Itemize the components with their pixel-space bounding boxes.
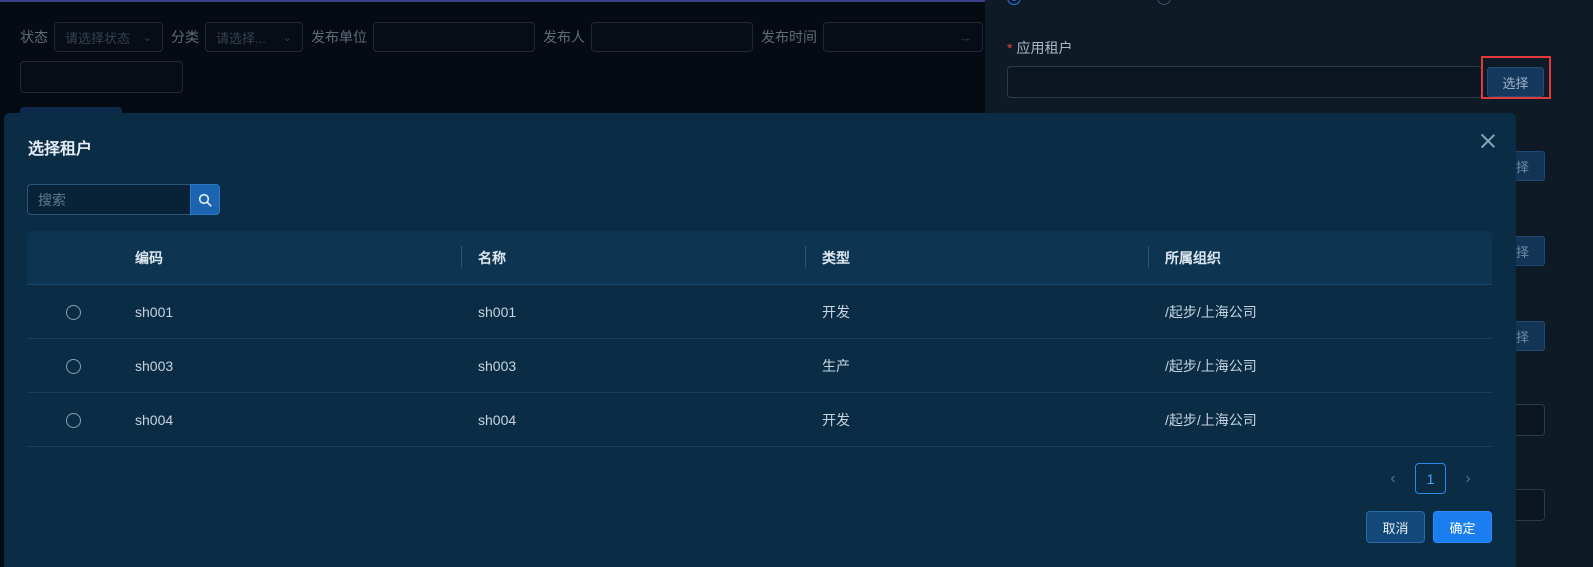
highlight-box	[1481, 56, 1551, 99]
table-row[interactable]: sh004 sh004 开发 /起步/上海公司	[27, 393, 1492, 447]
filter-publisher-label: 发布人	[543, 29, 585, 45]
radio-unchecked-icon	[1157, 0, 1171, 5]
row-radio[interactable]	[66, 305, 81, 320]
filter-category-placeholder: 请选择...	[216, 30, 266, 46]
chevron-down-icon: ⌄	[142, 31, 152, 44]
filter-category-label: 分类	[171, 29, 199, 45]
top-accent-line	[0, 0, 985, 2]
cell-name: sh004	[478, 412, 517, 428]
filter-publisher-input[interactable]	[591, 22, 753, 52]
cell-type: 开发	[822, 412, 850, 428]
filter-status-label: 状态	[20, 29, 48, 45]
filter-time-label: 发布时间	[761, 29, 817, 45]
next-page-icon[interactable]: ›	[1460, 470, 1476, 488]
cell-org: /起步/上海公司	[1165, 412, 1257, 428]
tenant-label-text: 应用租户	[1016, 40, 1073, 56]
select-tenant-modal: 选择租户 编码 名称 类型 所属组织	[4, 113, 1516, 567]
cell-code: sh001	[135, 304, 174, 320]
prev-page-icon[interactable]: ‹	[1385, 470, 1401, 488]
column-header-name: 名称	[478, 250, 506, 266]
cell-code: sh004	[135, 412, 174, 428]
table-header: 编码 名称 类型 所属组织	[27, 231, 1492, 285]
mode-radio-group	[1007, 0, 1171, 5]
search-icon	[198, 193, 212, 207]
cell-org: /起步/上海公司	[1165, 304, 1257, 320]
modal-title: 选择租户	[28, 141, 93, 158]
cell-org: /起步/上海公司	[1165, 358, 1257, 374]
cell-name: sh001	[478, 304, 517, 320]
filter-unit-label: 发布单位	[311, 29, 367, 45]
page-number-current[interactable]: 1	[1415, 463, 1446, 494]
column-header-org: 所属组织	[1165, 250, 1221, 266]
column-separator	[461, 246, 462, 268]
filter-status-placeholder: 请选择状态	[65, 30, 131, 46]
column-header-type: 类型	[822, 250, 850, 266]
radio-option-2[interactable]	[1157, 0, 1171, 5]
cell-type: 开发	[822, 304, 850, 320]
tenant-table: 编码 名称 类型 所属组织 sh001 sh001 开发 /起步/上海公司 sh…	[27, 231, 1492, 447]
cell-name: sh003	[478, 358, 517, 374]
search-button[interactable]	[190, 184, 220, 215]
radio-checked-icon	[1007, 0, 1021, 5]
pagination: ‹ 1 ›	[1385, 463, 1476, 494]
tenant-input[interactable]	[1007, 66, 1482, 98]
search-box	[27, 184, 220, 215]
table-row[interactable]: sh001 sh001 开发 /起步/上海公司	[27, 285, 1492, 339]
row-radio[interactable]	[66, 413, 81, 428]
column-separator	[1148, 246, 1149, 268]
filter-category-select[interactable]: 请选择... ⌄	[205, 22, 303, 52]
tenant-field-label: * 应用租户	[1007, 38, 1072, 58]
cancel-button[interactable]: 取消	[1366, 511, 1425, 543]
cell-type: 生产	[822, 358, 850, 374]
table-row[interactable]: sh003 sh003 生产 /起步/上海公司	[27, 339, 1492, 393]
filter-bar: 状态 请选择状态 ⌄ 分类 请选择... ⌄ 发布单位 发布人 发布时间 →	[20, 22, 991, 52]
required-mark: *	[1007, 40, 1013, 56]
cell-code: sh003	[135, 358, 174, 374]
chevron-down-icon: ⌄	[282, 31, 292, 44]
confirm-button[interactable]: 确定	[1433, 511, 1492, 543]
search-input[interactable]	[27, 184, 190, 215]
row-radio[interactable]	[66, 359, 81, 374]
radio-option-1[interactable]	[1007, 0, 1021, 5]
filter-time-range[interactable]: →	[823, 22, 983, 52]
close-icon[interactable]	[1478, 131, 1498, 151]
column-header-code: 编码	[135, 250, 163, 266]
filter-status-select[interactable]: 请选择状态 ⌄	[54, 22, 163, 52]
column-separator	[805, 246, 806, 268]
filter-extra-input[interactable]	[20, 61, 183, 93]
filter-unit-input[interactable]	[373, 22, 535, 52]
range-arrow: →	[959, 29, 972, 45]
screen: 状态 请选择状态 ⌄ 分类 请选择... ⌄ 发布单位 发布人 发布时间 → *…	[0, 0, 1593, 567]
